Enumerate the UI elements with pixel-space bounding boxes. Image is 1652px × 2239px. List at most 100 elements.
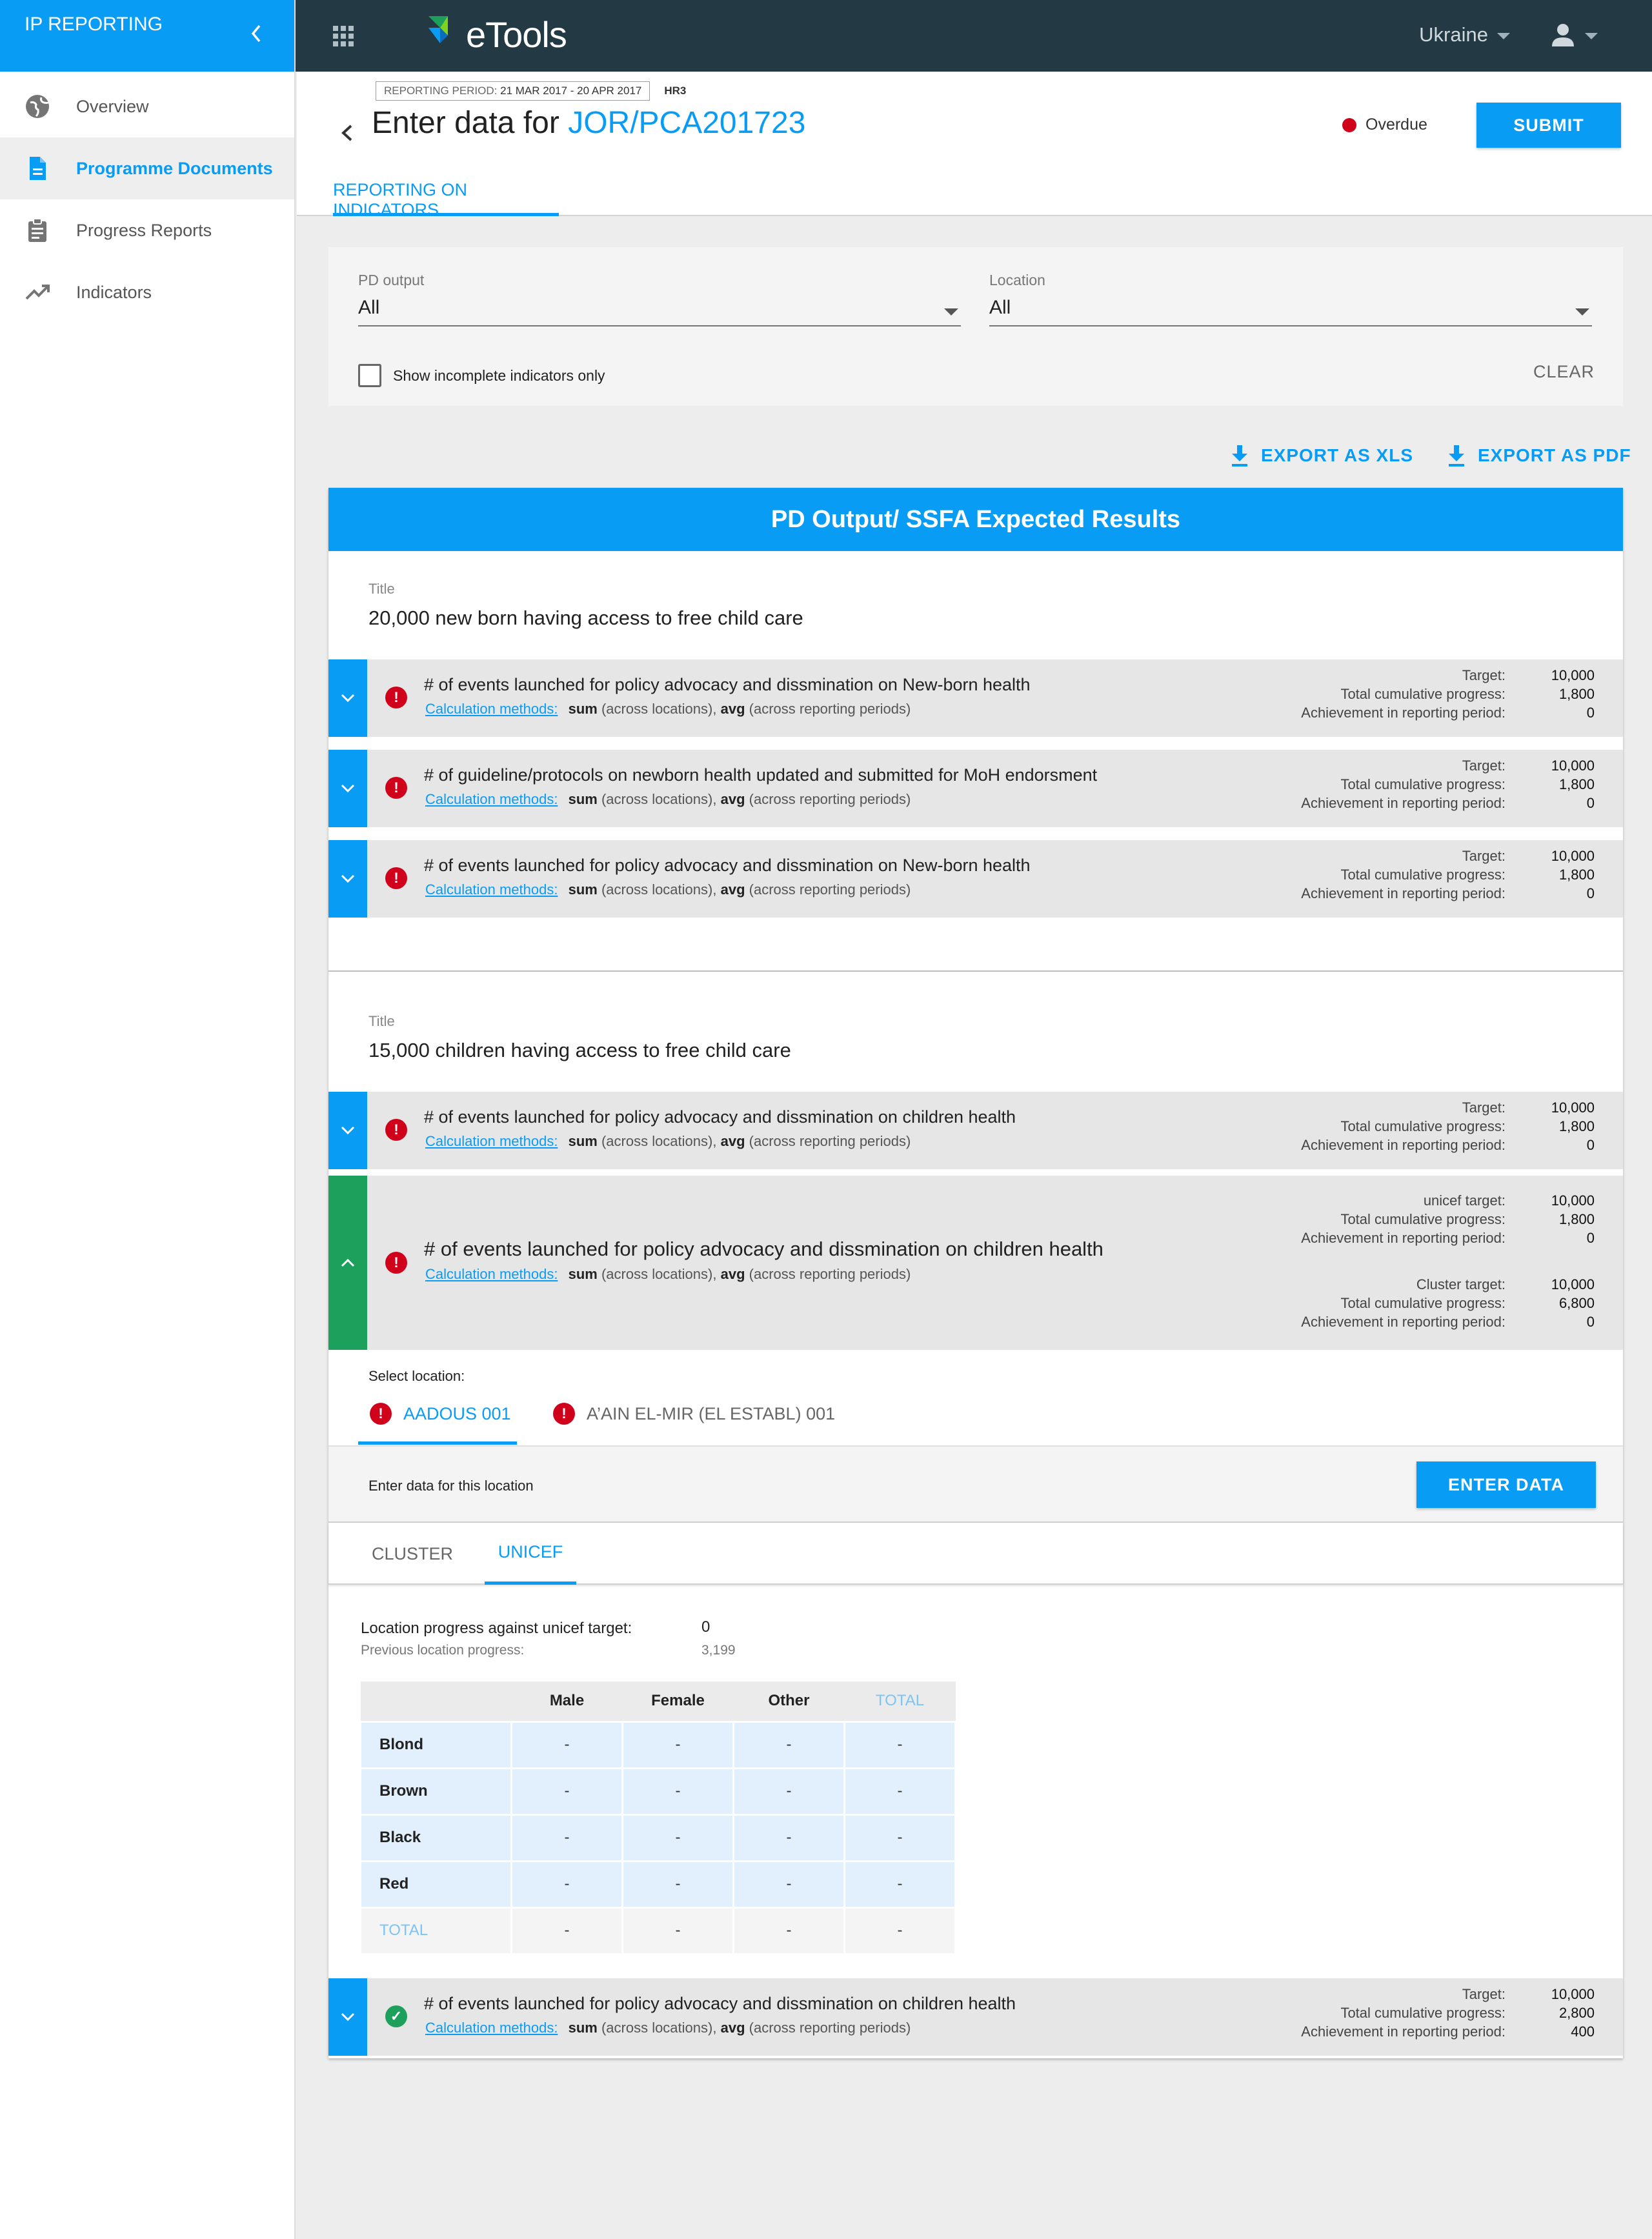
achievement-value: 0 <box>1586 1314 1595 1330</box>
globe-icon <box>23 92 52 121</box>
user-menu[interactable] <box>1550 22 1598 48</box>
calc-sum: sum <box>568 1133 598 1149</box>
table-cell[interactable]: - <box>510 1813 623 1862</box>
cumulative-value: 1,800 <box>1558 1211 1595 1227</box>
table-row: Red - - - - <box>359 1860 956 1909</box>
row-label: Black <box>359 1813 512 1862</box>
table-cell-total: - <box>843 1906 956 1955</box>
cumulative-label: Total cumulative progress: <box>1340 1295 1506 1311</box>
cumulative-label: Total cumulative progress: <box>1340 686 1506 702</box>
expand-toggle[interactable] <box>328 750 367 827</box>
enter-data-button[interactable]: ENTER DATA <box>1416 1461 1596 1508</box>
calculation-methods-link[interactable]: Calculation methods: <box>425 701 558 717</box>
achievement-label: Achievement in reporting period: <box>1301 1137 1506 1153</box>
calc-avg: avg <box>720 1266 745 1282</box>
table-cell[interactable]: - <box>732 1813 845 1862</box>
table-cell[interactable]: - <box>621 1860 734 1909</box>
period-code: HR3 <box>664 85 687 97</box>
cumulative-value: 6,800 <box>1558 1295 1595 1311</box>
achievement-label: Achievement in reporting period: <box>1301 795 1506 811</box>
pd-output-select[interactable]: All <box>358 297 961 326</box>
export-xls-button[interactable]: EXPORT AS XLS <box>1230 444 1413 467</box>
achievement-label: Achievement in reporting period: <box>1301 1230 1506 1246</box>
check-circle-icon: ✓ <box>385 2005 407 2027</box>
target-value: 10,000 <box>1551 667 1595 683</box>
country-selector[interactable]: Ukraine <box>1419 23 1510 46</box>
sidebar-item-overview[interactable]: Overview <box>0 75 294 137</box>
calculation-methods: Calculation methods: sum (across locatio… <box>425 881 911 898</box>
sidebar: IP REPORTING Overview Programme Document… <box>0 0 296 2239</box>
target-value: 10,000 <box>1551 848 1595 864</box>
location-progress-label: Location progress against unicef target: <box>361 1620 632 1637</box>
calculation-methods-link[interactable]: Calculation methods: <box>425 791 558 807</box>
chevron-left-icon[interactable] <box>247 21 266 46</box>
table-cell[interactable]: - <box>732 1860 845 1909</box>
sidebar-item-progress-reports[interactable]: Progress Reports <box>0 199 294 261</box>
table-cell[interactable]: - <box>621 1813 734 1862</box>
location-select[interactable]: All <box>989 297 1592 326</box>
indicator-title: # of events launched for policy advocacy… <box>424 675 1031 694</box>
column-header: Other <box>733 1682 845 1722</box>
pd-reference-link[interactable]: JOR/PCA201723 <box>568 106 805 140</box>
calculation-methods-link[interactable]: Calculation methods: <box>425 881 558 898</box>
indicator-row-expanded: ! # of events launched for policy advoca… <box>328 1176 1623 1350</box>
location-tab-aadous[interactable]: ! AADOUS 001 <box>370 1403 511 1425</box>
table-corner <box>360 1682 512 1722</box>
row-label: Brown <box>359 1767 512 1816</box>
calculation-methods-link[interactable]: Calculation methods: <box>425 1133 558 1149</box>
achievement-label: Achievement in reporting period: <box>1301 705 1506 721</box>
table-cell-total: - <box>510 1906 623 1955</box>
etools-logo[interactable]: eTools <box>422 12 567 57</box>
target-label: Target: <box>1462 667 1506 683</box>
dropdown-arrow-icon <box>1575 308 1589 316</box>
location-filter[interactable]: Location All <box>989 272 1592 326</box>
calc-sum-note: (across locations), <box>601 1133 717 1149</box>
table-cell[interactable]: - <box>510 1720 623 1769</box>
chevron-up-icon <box>341 1258 355 1267</box>
achievement-label: Achievement in reporting period: <box>1301 885 1506 901</box>
expand-toggle[interactable] <box>328 840 367 918</box>
export-pdf-button[interactable]: EXPORT AS PDF <box>1447 444 1631 467</box>
submit-button[interactable]: SUBMIT <box>1476 103 1621 148</box>
table-cell[interactable]: - <box>732 1720 845 1769</box>
alert-icon: ! <box>385 867 407 889</box>
apps-grid-icon[interactable] <box>332 25 355 48</box>
tab-cluster[interactable]: CLUSTER <box>354 1523 470 1585</box>
incomplete-only-checkbox[interactable] <box>358 364 381 387</box>
incomplete-only-toggle[interactable]: Show incomplete indicators only <box>358 364 605 387</box>
target-value: 10,000 <box>1551 1986 1595 2002</box>
expand-toggle[interactable] <box>328 659 367 737</box>
table-cell[interactable]: - <box>510 1860 623 1909</box>
table-cell[interactable]: - <box>510 1767 623 1816</box>
calculation-methods-link[interactable]: Calculation methods: <box>425 1266 558 1282</box>
disaggregation-table: Male Female Other TOTAL Blond - - - - Br… <box>359 1682 956 1955</box>
filters-panel: PD output All Location All Show incomple… <box>328 247 1623 406</box>
table-row: Blond - - - - <box>359 1720 956 1769</box>
calc-avg-note: (across reporting periods) <box>749 701 911 717</box>
indicator-row: ! # of guideline/protocols on newborn he… <box>328 750 1623 827</box>
tab-reporting-on-indicators[interactable]: REPORTING ON INDICATORS <box>333 172 559 219</box>
table-cell[interactable]: - <box>621 1720 734 1769</box>
location-tab-ain-el-mir[interactable]: ! A’AIN EL-MIR (EL ESTABL) 001 <box>553 1403 835 1425</box>
table-cell-total: - <box>843 1813 956 1862</box>
pd-output-filter[interactable]: PD output All <box>358 272 961 326</box>
cumulative-value: 1,800 <box>1558 776 1595 792</box>
expand-toggle[interactable] <box>328 1092 367 1169</box>
calculation-methods-link[interactable]: Calculation methods: <box>425 2020 558 2036</box>
table-cell[interactable]: - <box>621 1767 734 1816</box>
cluster-stats: Cluster target: 10,000 Total cumulative p… <box>1107 1276 1623 1332</box>
chevron-down-icon <box>1585 33 1598 39</box>
back-arrow-icon[interactable] <box>334 117 360 149</box>
sidebar-item-indicators[interactable]: Indicators <box>0 261 294 323</box>
export-xls-label: EXPORT AS XLS <box>1261 445 1414 465</box>
expand-toggle[interactable] <box>328 1978 367 2056</box>
pd-output-value: All <box>358 297 380 318</box>
enter-data-label: Enter data for this location <box>368 1478 534 1494</box>
table-cell[interactable]: - <box>732 1767 845 1816</box>
clear-filters-button[interactable]: CLEAR <box>1533 362 1595 382</box>
collapse-toggle[interactable] <box>328 1176 367 1350</box>
pd-output-label: PD output <box>358 272 425 288</box>
unicef-target-value: 10,000 <box>1551 1192 1595 1209</box>
sidebar-item-programme-documents[interactable]: Programme Documents <box>0 137 294 199</box>
tab-unicef[interactable]: UNICEF <box>485 1523 576 1585</box>
